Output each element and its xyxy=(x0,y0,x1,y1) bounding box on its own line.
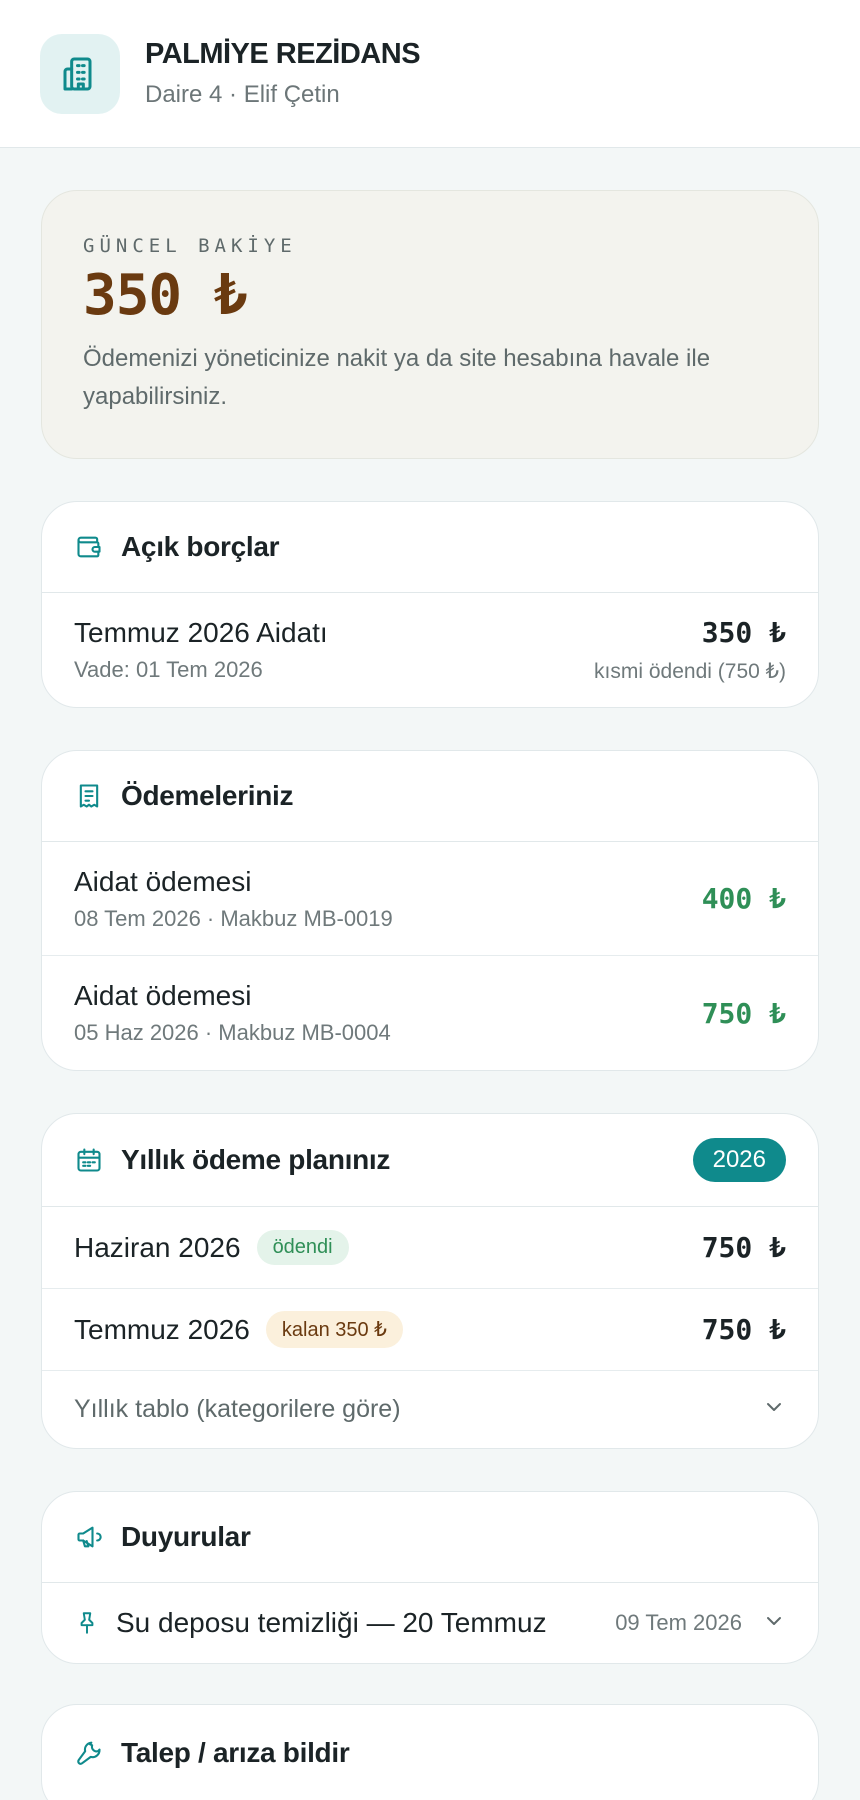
annual-table-label: Yıllık tablo (kategorilere göre) xyxy=(74,1395,401,1423)
request-header[interactable]: Talep / arıza bildir xyxy=(42,1705,818,1800)
announcement-text: Su deposu temizliği — 20 Temmuz xyxy=(116,1607,547,1638)
megaphone-icon xyxy=(74,1522,104,1552)
chevron-down-icon[interactable] xyxy=(762,1609,786,1638)
announcements-header: Duyurular xyxy=(42,1492,818,1583)
payment-name: Aidat ödemesi xyxy=(74,865,252,897)
plan-amount: 750 ₺ xyxy=(701,1231,786,1264)
payment-amount: 400 ₺ xyxy=(701,882,786,915)
request-card[interactable]: Talep / arıza bildir xyxy=(41,1704,819,1800)
receipt-icon xyxy=(74,781,104,811)
plan-row[interactable]: Temmuz 2026 kalan 350 ₺ 750 ₺ xyxy=(42,1289,818,1371)
payments-title: Ödemeleriniz xyxy=(121,780,294,811)
payments-header: Ödemeleriniz xyxy=(42,751,818,842)
debt-name: Temmuz 2026 Aidatı xyxy=(74,617,328,648)
paid-badge: ödendi xyxy=(256,1230,349,1265)
payment-row[interactable]: Aidat ödemesi 05 Haz 2026 · Makbuz MB-00… xyxy=(42,956,818,1070)
announcement-date: 09 Tem 2026 xyxy=(615,1610,742,1635)
balance-label: GÜNCEL BAKİYE xyxy=(83,235,297,257)
wallet-icon xyxy=(74,532,104,562)
remaining-badge: kalan 350 ₺ xyxy=(265,1311,403,1348)
balance-amount: 350 ₺ xyxy=(83,263,248,328)
debt-due-date: Vade: 01 Tem 2026 xyxy=(74,657,263,682)
balance-card: GÜNCEL BAKİYE 350 ₺ Ödemenizi yöneticini… xyxy=(41,190,819,459)
annual-table-toggle[interactable]: Yıllık tablo (kategorilere göre) xyxy=(42,1371,818,1448)
balance-note: Ödemenizi yöneticinize nakit ya da site … xyxy=(83,345,711,410)
payment-detail: 08 Tem 2026 · Makbuz MB-0019 xyxy=(74,905,393,931)
annual-plan-title: Yıllık ödeme planınız xyxy=(121,1144,391,1175)
apartment-resident: Daire 4 · Elif Çetin xyxy=(145,81,340,108)
building-icon xyxy=(40,33,120,114)
payment-detail: 05 Haz 2026 · Makbuz MB-0004 xyxy=(74,1020,391,1045)
app-header: PALMİYE REZİDANS Daire 4 · Elif Çetin xyxy=(0,0,860,148)
payment-amount: 750 ₺ xyxy=(701,996,786,1030)
plan-amount: 750 ₺ xyxy=(701,1313,786,1346)
debt-amount: 350 ₺ xyxy=(701,616,786,649)
plan-row[interactable]: Haziran 2026 ödendi 750 ₺ xyxy=(42,1207,818,1289)
debt-row[interactable]: Temmuz 2026 Aidatı Vade: 01 Tem 2026 350… xyxy=(42,593,818,707)
chevron-down-icon[interactable] xyxy=(762,1395,786,1424)
announcements-card: Duyurular Su deposu temizliği — 20 Temmu… xyxy=(41,1491,819,1664)
announcement-row[interactable]: Su deposu temizliği — 20 Temmuz 09 Tem 2… xyxy=(42,1583,818,1663)
payment-row[interactable]: Aidat ödemesi 08 Tem 2026 · Makbuz MB-00… xyxy=(42,842,818,956)
calendar-icon xyxy=(74,1145,104,1175)
site-name: PALMİYE REZİDANS xyxy=(145,38,421,70)
announcements-title: Duyurular xyxy=(121,1521,251,1552)
pin-icon xyxy=(74,1610,100,1636)
debt-status: kısmi ödendi (750 ₺) xyxy=(594,660,786,683)
payment-name: Aidat ödemesi xyxy=(74,980,252,1011)
payments-card: Ödemeleriniz Aidat ödemesi 08 Tem 2026 ·… xyxy=(41,750,819,1071)
open-debts-title: Açık borçlar xyxy=(121,531,280,562)
plan-month: Temmuz 2026 xyxy=(74,1313,250,1345)
wrench-icon xyxy=(74,1737,104,1767)
open-debts-card: Açık borçlar Temmuz 2026 Aidatı Vade: 01… xyxy=(41,501,819,708)
annual-plan-card: Yıllık ödeme planınız 2026 Haziran 2026 … xyxy=(41,1113,819,1449)
year-badge[interactable]: 2026 xyxy=(692,1138,786,1182)
plan-month: Haziran 2026 xyxy=(74,1231,241,1263)
annual-plan-header: Yıllık ödeme planınız 2026 xyxy=(42,1114,818,1207)
open-debts-header: Açık borçlar xyxy=(42,502,818,593)
request-title: Talep / arıza bildir xyxy=(121,1737,350,1768)
